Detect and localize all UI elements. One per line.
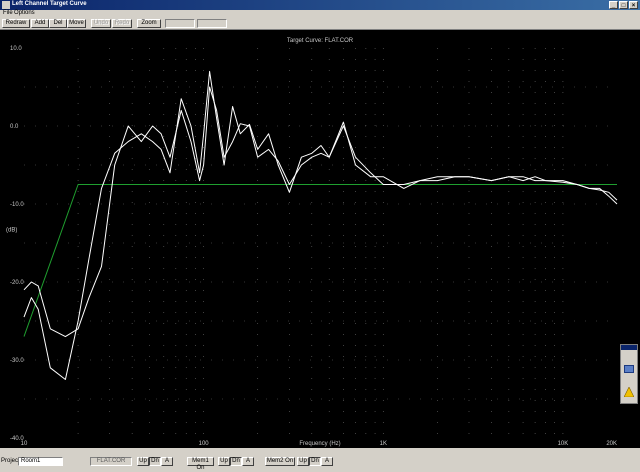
title-bar: Left Channel Target Curve _ □ ×: [0, 0, 640, 10]
target-file-field: FLAT.COR: [90, 457, 132, 466]
x-axis-label: Frequency (Hz): [299, 441, 340, 447]
status-bar: Project: Room1 FLAT.COR Up Dn A Mem1 On …: [0, 455, 640, 471]
a-button[interactable]: A: [161, 457, 173, 466]
target-curve-line: [23, 184, 617, 337]
mem1-button[interactable]: Mem1 On: [187, 457, 214, 471]
y-axis-label: (dB): [6, 227, 17, 233]
minimize-icon[interactable]: _: [609, 1, 618, 9]
window-title: Left Channel Target Curve: [12, 1, 87, 7]
menu-options[interactable]: Options: [14, 10, 35, 16]
redo-button[interactable]: Redo: [112, 19, 132, 28]
measured-curve-line-1: [23, 70, 618, 380]
printer-icon[interactable]: [624, 365, 634, 373]
y-tick-label: -20.0: [10, 280, 24, 286]
up-button[interactable]: Up: [137, 457, 149, 466]
toolbar: Redraw Add Del Move Undo Redo Zoom: [0, 18, 640, 30]
warning-icon[interactable]: [624, 387, 634, 397]
plot-area[interactable]: Target Curve: FLAT.COR 10.0 0.0 -10.0 -20.0…: [0, 30, 640, 448]
project-field[interactable]: Room1: [18, 457, 63, 466]
chart-canvas[interactable]: 10.00.0-10.0-20.0-30.0-40.010 100 1K 10K 20K…: [0, 30, 640, 448]
y-tick-label: -10.0: [10, 202, 24, 208]
mem1-dn-button[interactable]: Dn: [230, 457, 242, 466]
mem1-up-button[interactable]: Up: [218, 457, 230, 466]
app-icon: [2, 1, 10, 9]
mem1-a-button[interactable]: A: [242, 457, 254, 466]
x-tick-label: 10K: [558, 441, 569, 447]
maximize-icon[interactable]: □: [619, 1, 628, 9]
menu-bar: File Options: [0, 10, 640, 18]
x-tick-label: 20K: [606, 441, 617, 447]
move-button[interactable]: Move: [67, 19, 86, 28]
zoom-button[interactable]: Zoom: [137, 19, 161, 28]
y-tick-label: 0.0: [10, 124, 19, 130]
add-button[interactable]: Add: [31, 19, 49, 28]
x-tick-label: 1K: [380, 441, 387, 447]
x-tick-label: 10: [21, 441, 28, 447]
mem2-dn-button[interactable]: Dn: [309, 457, 321, 466]
y-tick-label: -30.0: [10, 358, 24, 364]
x-tick-label: 100: [199, 441, 210, 447]
menu-file[interactable]: File: [3, 10, 13, 16]
side-toolbox: [620, 344, 638, 404]
toolbox-caption: [621, 345, 637, 350]
undo-button[interactable]: Undo: [91, 19, 111, 28]
measured-curve-line-2: [23, 86, 618, 338]
y-tick-label: 10.0: [10, 46, 22, 52]
mem2-a-button[interactable]: A: [321, 457, 333, 466]
toolbar-field-1: [165, 19, 195, 28]
redraw-button[interactable]: Redraw: [2, 19, 30, 28]
del-button[interactable]: Del: [49, 19, 67, 28]
mem2-button[interactable]: Mem2 On: [265, 457, 295, 466]
close-icon[interactable]: ×: [629, 1, 638, 9]
dn-button[interactable]: Dn: [149, 457, 161, 466]
mem2-up-button[interactable]: Up: [297, 457, 309, 466]
toolbar-field-2: [197, 19, 227, 28]
